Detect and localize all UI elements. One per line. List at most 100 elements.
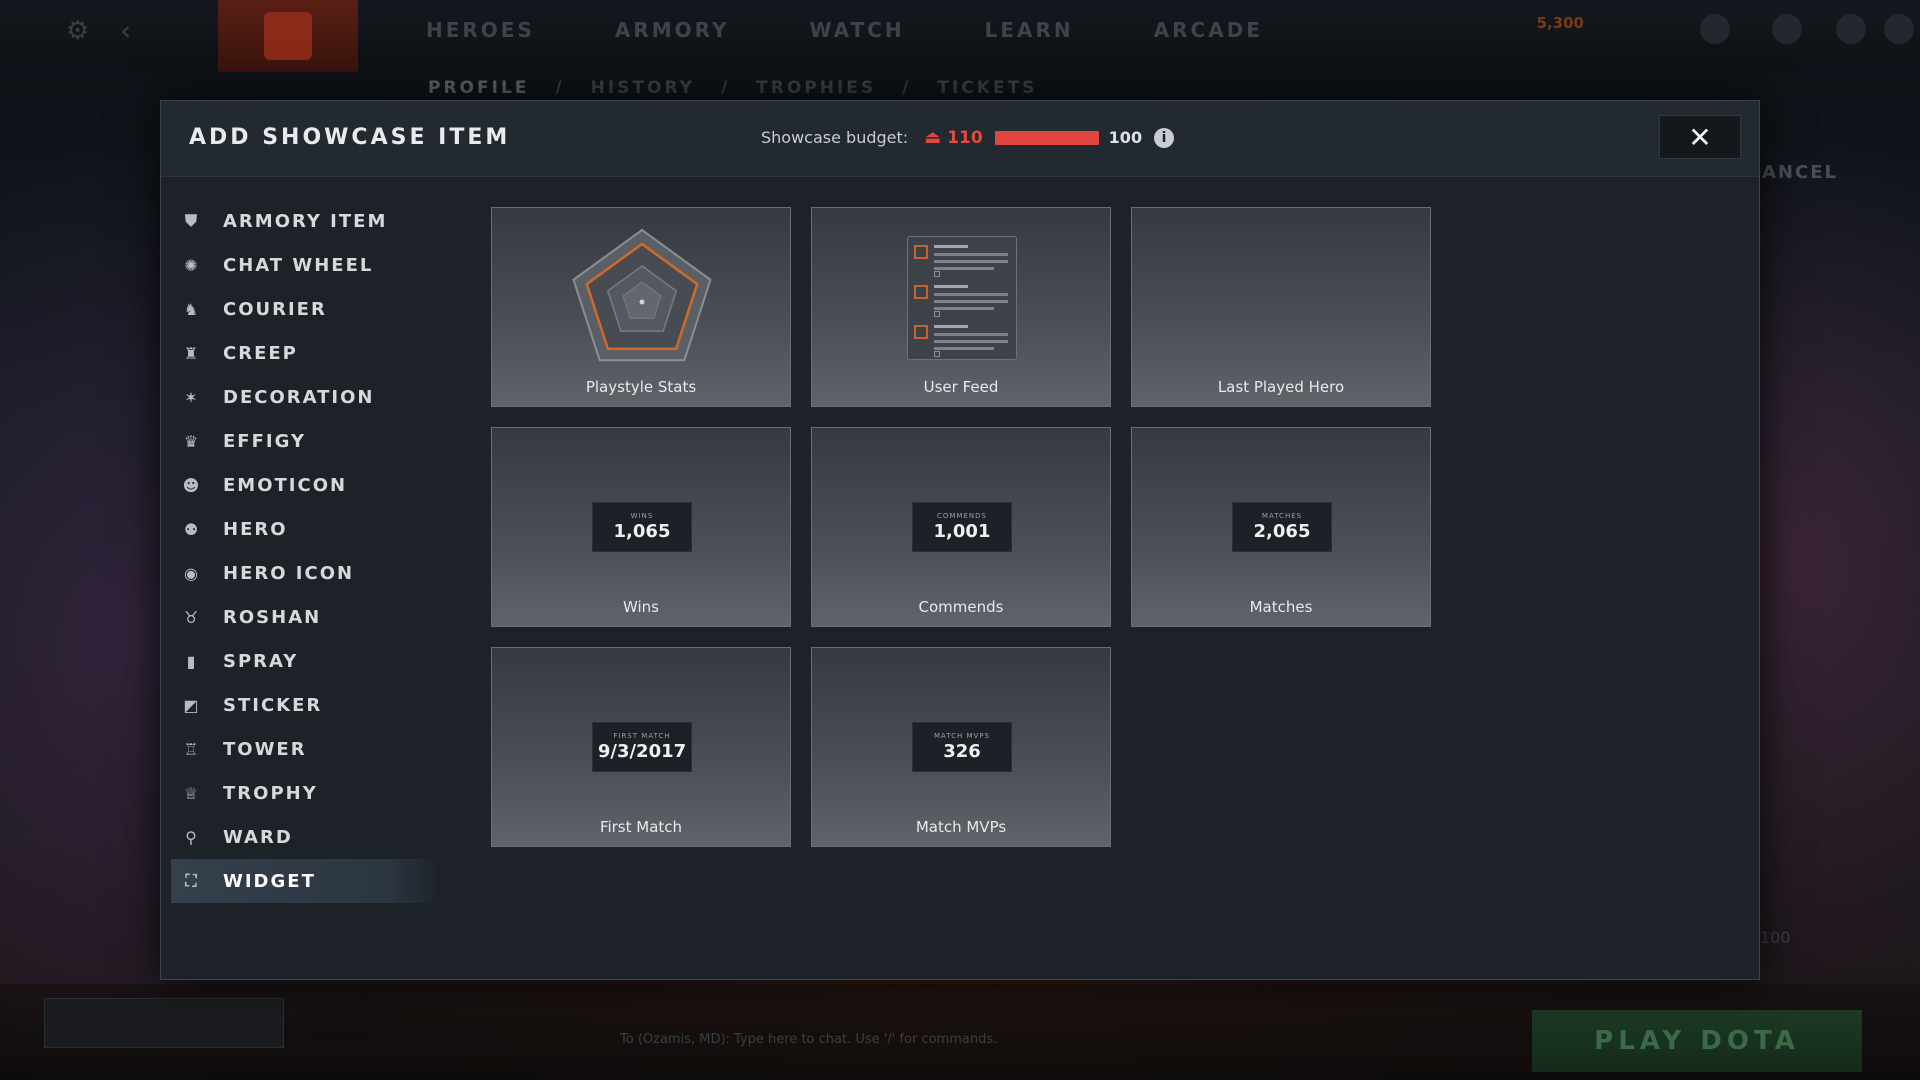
nav-armory[interactable]: ARMORY [615,18,730,42]
sidebar-item-label: WARD [223,826,293,848]
widget-tile-last-played-hero[interactable]: Last Played Hero [1131,207,1431,407]
sidebar-item-tower[interactable]: ♖ TOWER [171,727,441,771]
stat-box: MATCH MVPS 326 [912,722,1012,772]
stat-box: COMMENDS 1,001 [912,502,1012,552]
add-showcase-item-dialog: ADD SHOWCASE ITEM Showcase budget: ⏏ 110… [160,100,1760,980]
shield-icon[interactable] [1772,14,1802,44]
widget-icon: ⛶ [185,871,199,890]
category-sidebar: ⛊ ARMORY ITEM ✺ CHAT WHEEL ♞ COURIER ♜ CREEP ✶ DE… [171,199,441,903]
emoticon-icon: ☻ [182,475,202,495]
tile-label: Commends [918,598,1004,616]
stat-box: MATCHES 2,065 [1232,502,1332,552]
power-icon[interactable] [1884,14,1914,44]
friends-icon[interactable] [1700,14,1730,44]
sidebar-item-hero[interactable]: ⚉ HERO [171,507,441,551]
tile-label: Wins [623,598,659,616]
sidebar-item-emoticon[interactable]: ☻ EMOTICON [171,463,441,507]
sidebar-item-creep[interactable]: ♜ CREEP [171,331,441,375]
tile-label: First Match [599,818,683,836]
sidebar-item-label: SPRAY [223,650,299,672]
widget-tile-wins[interactable]: WINS 1,065 Wins [491,427,791,627]
dialog-header: ADD SHOWCASE ITEM Showcase budget: ⏏ 110… [161,101,1759,177]
decoration-icon: ✶ [184,387,200,407]
party-slots [44,998,284,1048]
sidebar-item-armory-item[interactable]: ⛊ ARMORY ITEM [171,199,441,243]
sidebar-item-roshan[interactable]: ♉ ROSHAN [171,595,441,639]
sidebar-item-hero-icon[interactable]: ◉ HERO ICON [171,551,441,595]
close-button[interactable]: ✕ [1659,115,1741,159]
sticker-icon: ◩ [183,695,201,715]
sidebar-item-decoration[interactable]: ✶ DECORATION [171,375,441,419]
sidebar-item-label: EFFIGY [223,430,306,452]
sidebar-item-effigy[interactable]: ♛ EFFIGY [171,419,441,463]
stat-caption: FIRST MATCH [613,732,671,740]
subnav-separator: / [720,78,731,98]
sidebar-item-courier[interactable]: ♞ COURIER [171,287,441,331]
feed-row [914,283,1010,319]
sidebar-item-chat-wheel[interactable]: ✺ CHAT WHEEL [171,243,441,287]
logo-emblem-icon [264,12,312,60]
sidebar-item-spray[interactable]: ▮ SPRAY [171,639,441,683]
background-side-value: 100 [1760,928,1791,947]
back-arrow-icon[interactable]: ‹ [120,14,131,47]
widget-tile-match-mvps[interactable]: MATCH MVPS 326 Match MVPs [811,647,1111,847]
sidebar-item-widget[interactable]: ⛶ WIDGET [171,859,441,903]
nav-learn[interactable]: LEARN [985,18,1074,42]
sidebar-item-label: EMOTICON [223,474,348,496]
spray-icon: ▮ [186,651,198,671]
nav-arcade[interactable]: ARCADE [1154,18,1263,42]
widget-tile-matches[interactable]: MATCHES 2,065 Matches [1131,427,1431,627]
showcase-budget: Showcase budget: ⏏ 110 100 i [761,127,1175,148]
sidebar-item-trophy[interactable]: ♕ TROPHY [171,771,441,815]
subnav-trophies[interactable]: TROPHIES [756,78,876,98]
budget-bar [994,130,1099,145]
sidebar-item-label: TOWER [223,738,307,760]
sidebar-item-label: ARMORY ITEM [223,210,388,232]
creep-icon: ♜ [183,343,201,363]
widget-tile-playstyle-stats[interactable]: Playstyle Stats [491,207,791,407]
plus-icon[interactable] [1836,14,1866,44]
sidebar-item-label: DECORATION [223,386,375,408]
tile-label: Playstyle Stats [585,378,697,396]
budget-max: 100 [1108,128,1143,147]
stat-value: 326 [943,741,981,762]
sidebar-item-label: STICKER [223,694,323,716]
sidebar-item-label: ROSHAN [223,606,322,628]
subnav-profile[interactable]: PROFILE [428,78,529,98]
info-icon[interactable]: i [1154,127,1175,148]
widget-tile-user-feed[interactable]: User Feed [811,207,1111,407]
roshan-icon: ♉ [183,607,201,627]
sidebar-item-sticker[interactable]: ◩ STICKER [171,683,441,727]
settings-gear-icon[interactable]: ⚙ [66,16,89,46]
nav-watch[interactable]: WATCH [809,18,904,42]
widget-tile-commends[interactable]: COMMENDS 1,001 Commends [811,427,1111,627]
dota-logo[interactable] [218,0,358,72]
stat-caption: MATCHES [1261,512,1303,520]
chat-wheel-icon: ✺ [184,255,200,275]
nav-heroes[interactable]: HEROES [426,18,535,42]
top-bar: ⚙ ‹ HEROES ARMORY WATCH LEARN ARCADE 5,3… [0,0,1920,72]
stat-box: WINS 1,065 [592,502,692,552]
stat-caption: WINS [630,512,654,520]
sidebar-item-label: WIDGET [223,870,316,892]
sidebar-item-label: CREEP [223,342,298,364]
feed-row [914,323,1010,359]
background-cancel-button: ANCEL [1762,162,1838,183]
budget-current: 110 [947,127,983,148]
sidebar-item-label: TROPHY [223,782,318,804]
budget-weight-icon: ⏏ [924,127,942,148]
stat-value: 1,001 [933,521,991,542]
courier-icon: ♞ [183,299,201,319]
subnav-tickets[interactable]: TICKETS [937,78,1037,98]
widget-tile-first-match[interactable]: FIRST MATCH 9/3/2017 First Match [491,647,791,847]
play-dota-button: PLAY DOTA [1532,1010,1862,1072]
armory-icon: ⛊ [184,211,199,230]
sidebar-item-label: HERO [223,518,288,540]
chat-input: To (Ozamis, MD): Type here to chat. Use … [620,1032,998,1047]
stat-caption: MATCH MVPS [933,732,991,740]
subnav-history[interactable]: HISTORY [591,78,695,98]
tile-label: Last Played Hero [1217,378,1345,396]
trophy-icon: ♕ [183,783,201,803]
sidebar-item-ward[interactable]: ⚲ WARD [171,815,441,859]
stat-caption: COMMENDS [937,512,987,520]
